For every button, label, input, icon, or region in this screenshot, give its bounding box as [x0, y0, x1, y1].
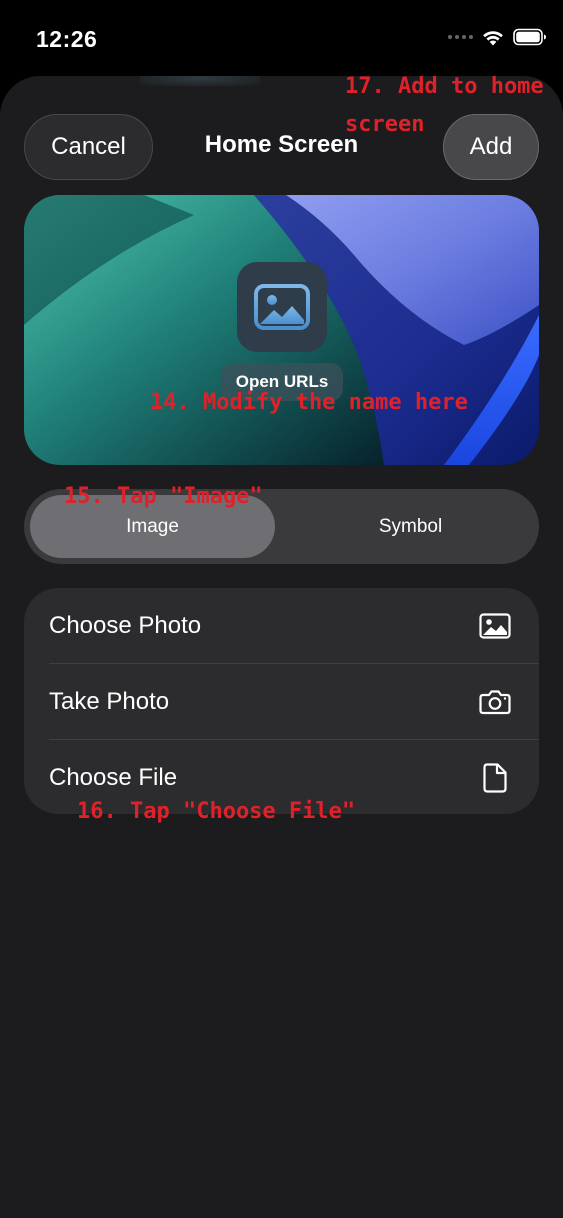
annotation-add-step-line2: screen	[345, 112, 425, 137]
photo-icon	[254, 284, 310, 330]
image-source-list: Choose Photo Take Photo Choose File	[24, 588, 539, 814]
annotation-add-step: 17. Add to home	[345, 74, 544, 99]
take-photo-row[interactable]: Take Photo	[24, 664, 539, 739]
choose-file-label: Choose File	[49, 763, 178, 791]
status-icons	[448, 28, 547, 46]
annotation-name-step: 14. Modify the name here	[150, 390, 468, 415]
choose-photo-label: Choose Photo	[49, 611, 202, 639]
signal-icon	[448, 35, 473, 39]
annotation-file-step: 16. Tap "Choose File"	[77, 799, 356, 824]
choose-photo-row[interactable]: Choose Photo	[24, 588, 539, 663]
add-button[interactable]: Add	[443, 114, 539, 180]
annotation-image-step: 15. Tap "Image"	[64, 484, 263, 509]
photo-icon	[479, 610, 511, 642]
camera-icon	[479, 686, 511, 718]
segment-symbol[interactable]: Symbol	[288, 495, 533, 558]
document-icon	[479, 762, 511, 794]
take-photo-label: Take Photo	[49, 687, 170, 715]
screen: 12:26 Cancel Home Screen Add Open URLs I…	[0, 0, 563, 1218]
status-time: 12:26	[36, 26, 98, 52]
battery-icon	[513, 28, 546, 46]
sheet-glow	[140, 76, 260, 86]
home-screen-preview: Open URLs	[24, 195, 539, 465]
wifi-icon	[483, 31, 503, 46]
app-icon-preview[interactable]	[237, 262, 327, 352]
home-screen-sheet: Cancel Home Screen Add Open URLs Image S…	[0, 76, 563, 1218]
